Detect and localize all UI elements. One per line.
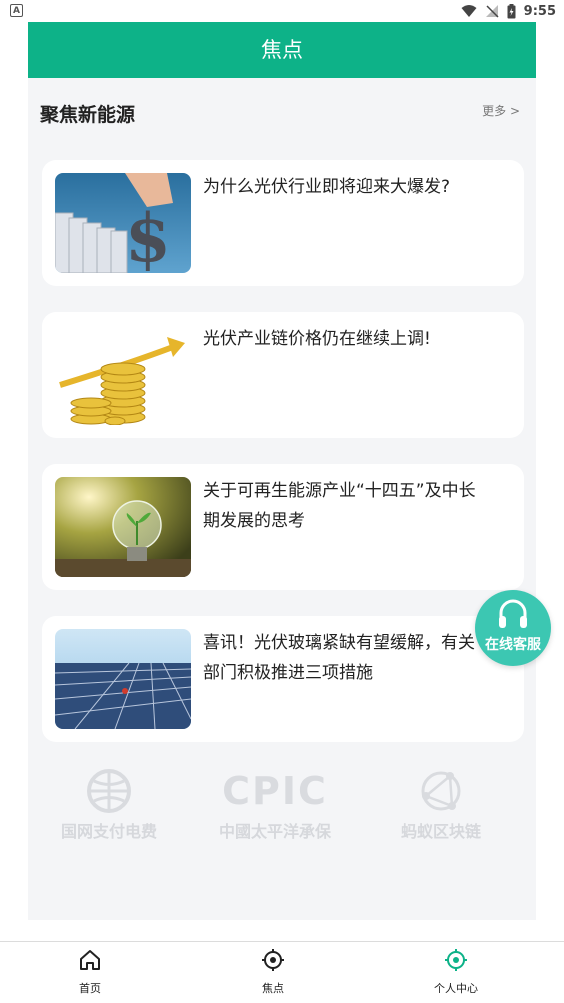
- article-title: 喜讯！光伏玻璃紧缺有望缓解，有关部门积极推进三项措施: [203, 633, 475, 683]
- no-signal-icon: [485, 5, 499, 18]
- target-icon: [262, 949, 284, 971]
- wifi-icon: [461, 5, 477, 17]
- partner-ant-chain: 蚂蚁区块链: [366, 768, 516, 842]
- bottom-tab-bar: 首页 焦点 个人中心: [0, 941, 564, 1003]
- status-bar: A 9:55: [0, 0, 564, 22]
- globe-logo-icon: [87, 769, 131, 813]
- online-service-label: 在线客服: [485, 637, 541, 653]
- battery-icon: [507, 3, 516, 18]
- partner-logos: 国网支付电费 CPIC 中國太平洋承保 蚂蚁区块链: [28, 768, 536, 848]
- page-title: 焦点: [261, 38, 303, 62]
- article-title: 关于可再生能源产业“十四五”及中长期发展的思考: [203, 481, 476, 531]
- article-card[interactable]: 喜讯！光伏玻璃紧缺有望缓解，有关部门积极推进三项措施: [42, 616, 524, 742]
- tab-home[interactable]: 首页: [40, 942, 140, 1003]
- status-icons: 9:55: [461, 2, 556, 20]
- tab-profile-label: 个人中心: [434, 982, 478, 995]
- home-icon: [80, 950, 100, 970]
- app-header: 焦点: [28, 22, 536, 78]
- article-thumbnail-lightbulb-plant: [55, 477, 191, 577]
- status-time: 9:55: [523, 3, 556, 19]
- cpic-logo: CPIC: [222, 769, 328, 813]
- article-thumbnail-dollar-coins: $: [55, 173, 191, 273]
- article-card[interactable]: 关于可再生能源产业“十四五”及中长期发展的思考: [42, 464, 524, 590]
- tab-profile[interactable]: 个人中心: [406, 942, 506, 1003]
- article-title: 为什么光伏行业即将迎来大爆发?: [203, 177, 451, 197]
- partner-label: 蚂蚁区块链: [400, 822, 481, 841]
- partner-cpic: CPIC 中國太平洋承保: [200, 768, 350, 842]
- tab-focus-label: 焦点: [262, 982, 284, 995]
- article-thumbnail-gold-coins: [55, 325, 191, 425]
- section-title: 聚焦新能源: [40, 104, 136, 126]
- article-card[interactable]: $ 为什么光伏行业即将迎来大爆发?: [42, 160, 524, 286]
- online-service-button[interactable]: 在线客服: [475, 590, 551, 666]
- partner-label: 国网支付电费: [60, 822, 157, 841]
- svg-text:$: $: [125, 199, 171, 273]
- article-title: 光伏产业链价格仍在继续上调!: [203, 329, 431, 349]
- network-logo-icon: [421, 771, 461, 811]
- tab-focus[interactable]: 焦点: [223, 942, 323, 1003]
- target-icon: [445, 949, 467, 971]
- more-link[interactable]: 更多 >: [482, 102, 520, 119]
- app-notification-icon: A: [10, 4, 23, 17]
- partner-label: 中國太平洋承保: [218, 822, 331, 841]
- main-content: 聚焦新能源 更多 > $ 为什么光伏行业即将迎来大爆发? 光伏产业链价格仍在继续…: [28, 78, 536, 920]
- article-thumbnail-solar-panels: [55, 629, 191, 729]
- partner-state-grid: 国网支付电费: [34, 768, 184, 842]
- headset-icon: [499, 599, 527, 628]
- article-card[interactable]: 光伏产业链价格仍在继续上调!: [42, 312, 524, 438]
- tab-home-label: 首页: [79, 982, 101, 995]
